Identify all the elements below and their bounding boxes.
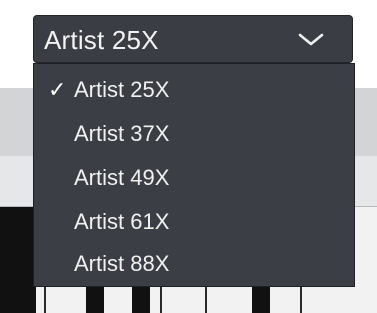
black-key[interactable] xyxy=(0,207,36,313)
menu-item-label: Artist 49X xyxy=(74,165,170,190)
menu-item-artist-25x[interactable]: ✓ Artist 25X xyxy=(34,70,354,110)
menu-item-label: Artist 61X xyxy=(74,209,170,234)
menu-item-artist-61x[interactable]: Artist 61X xyxy=(34,202,354,242)
menu-item-label: Artist 37X xyxy=(74,121,170,146)
select-value: Artist 25X xyxy=(44,25,159,55)
menu-item-artist-88x[interactable]: Artist 88X xyxy=(34,244,354,284)
keyboard-model-select[interactable]: Artist 25X xyxy=(33,15,353,63)
menu-item-artist-49x[interactable]: Artist 49X xyxy=(34,158,354,198)
checkmark-icon: ✓ xyxy=(48,77,67,102)
chevron-down-icon[interactable] xyxy=(298,32,324,48)
menu-item-artist-37x[interactable]: Artist 37X xyxy=(34,114,354,154)
dropdown-menu: ✓ Artist 25X Artist 37X Artist 49X Artis… xyxy=(33,63,355,287)
menu-item-label: Artist 25X xyxy=(74,77,170,102)
menu-item-label: Artist 88X xyxy=(74,251,170,276)
